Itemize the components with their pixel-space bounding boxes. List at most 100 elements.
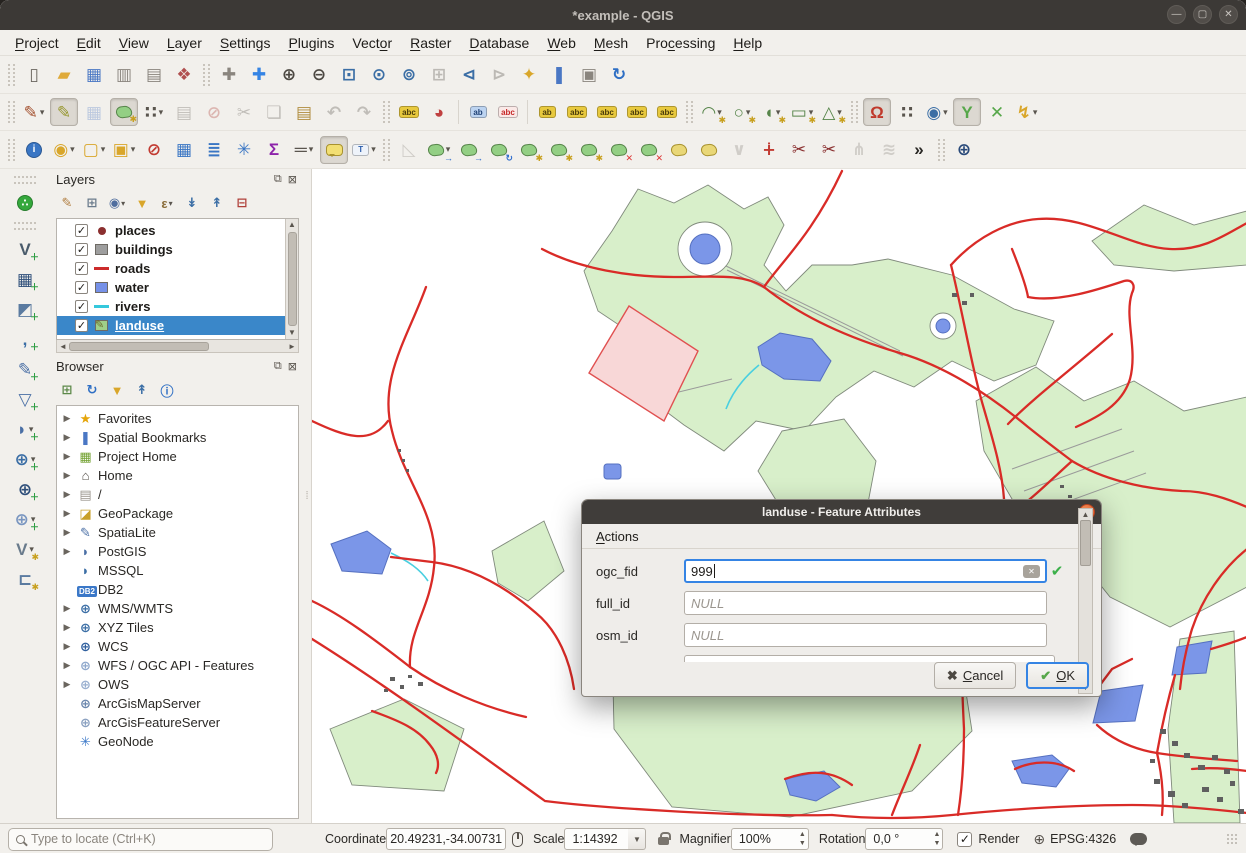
close-button[interactable]: ✕ [1219, 5, 1238, 24]
new-spatial-bookmark-button[interactable]: ✦ [515, 61, 543, 89]
add-wms-layer-button[interactable]: ⊕＋▾ [11, 445, 39, 473]
add-wcs-layer-button[interactable]: ⊕＋ [11, 475, 39, 503]
float-panel-icon[interactable]: ⧉ [274, 360, 282, 373]
maximize-button[interactable]: ▢ [1193, 5, 1212, 24]
add-part-button[interactable]: ✱ [575, 136, 603, 164]
float-panel-icon[interactable]: ⧉ [274, 173, 282, 186]
close-panel-icon[interactable]: ⊠ [288, 360, 297, 373]
minimize-button[interactable]: — [1167, 5, 1186, 24]
toolbar-grip[interactable] [938, 139, 945, 161]
processing-toolbox-button[interactable]: ✳ [230, 136, 258, 164]
layer-checkbox[interactable]: ✓ [75, 300, 88, 313]
expand-arrow-icon[interactable]: ▶ [61, 508, 73, 519]
layer-item-rivers[interactable]: ✓rivers [57, 297, 285, 316]
refresh-map-button[interactable]: ↻ [605, 61, 633, 89]
browser-item-wms-wmts[interactable]: ▶⊕WMS/WMTS [57, 599, 298, 618]
menu-layer[interactable]: Layer [158, 33, 211, 53]
expand-all-button[interactable]: ↡ [181, 193, 203, 213]
cancel-button[interactable]: ✖ Cancel [934, 662, 1016, 689]
layer-checkbox[interactable]: ✓ [75, 281, 88, 294]
browser-item-mssql[interactable]: ◗MSSQL [57, 561, 298, 580]
expand-arrow-icon[interactable]: ▶ [61, 527, 73, 538]
zoom-in-button[interactable]: ⊕ [275, 61, 303, 89]
full_id-input[interactable]: NULL [684, 591, 1047, 615]
menu-web[interactable]: Web [538, 33, 585, 53]
zoom-to-layer-button[interactable]: ⊚ [395, 61, 423, 89]
browser-item-ows[interactable]: ▶⊕OWS [57, 675, 298, 694]
toolbar-grip[interactable] [14, 176, 36, 184]
ellipse-button[interactable]: ◖✱▾ [758, 98, 786, 126]
filter-legend-button[interactable]: ▼ [131, 193, 153, 213]
layer-checkbox[interactable]: ✓ [75, 262, 88, 275]
expand-arrow-icon[interactable]: ▶ [61, 641, 73, 652]
rotation-spinbox[interactable]: 0,0 ° ▲▼ [865, 828, 943, 850]
move-label-button[interactable]: abc [563, 98, 591, 126]
toolbar-grip[interactable] [203, 64, 210, 86]
browser-item-db2[interactable]: DB2DB2 [57, 580, 298, 599]
add-mesh-layer-button[interactable]: ◩＋ [11, 295, 39, 323]
close-panel-icon[interactable]: ⊠ [288, 173, 297, 186]
menu-project[interactable]: Project [6, 33, 68, 53]
open-data-source-manager-button[interactable]: ∴ [11, 189, 39, 217]
lock-scale-icon[interactable] [658, 837, 669, 845]
deselect-features-button[interactable]: ⊘ [140, 136, 168, 164]
add-virtual-layer-button[interactable]: ▽＋ [11, 385, 39, 413]
statistics-button[interactable]: Σ [260, 136, 288, 164]
expand-arrow-icon[interactable]: ▶ [61, 546, 73, 557]
layer-checkbox[interactable]: ✓ [75, 243, 88, 256]
clear-input-icon[interactable]: ✕ [1023, 565, 1040, 578]
field-calculator-button[interactable]: ≣ [200, 136, 228, 164]
copy-move-feature-button[interactable]: → [455, 136, 483, 164]
circular-string-button[interactable]: ◠✱▾ [698, 98, 726, 126]
reshape-features-button[interactable] [695, 136, 723, 164]
new-project-button[interactable]: ▯ [20, 61, 48, 89]
pan-to-selection-button[interactable]: ✚ [245, 61, 273, 89]
browser-item-favorites[interactable]: ▶★Favorites [57, 409, 298, 428]
map-tips-button[interactable] [320, 136, 348, 164]
manage-map-themes-button[interactable]: ◉▾ [106, 193, 128, 213]
snapping-options-button[interactable]: ∷ [893, 98, 921, 126]
text-annotation-button[interactable]: T▾ [350, 136, 378, 164]
browser-item-geonode[interactable]: ✳GeoNode [57, 732, 298, 751]
expand-arrow-icon[interactable]: ▶ [61, 489, 73, 500]
menu-processing[interactable]: Processing [637, 33, 724, 53]
zoom-to-selection-button[interactable]: ⊙ [365, 61, 393, 89]
browser-item-xyz-tiles[interactable]: ▶⊕XYZ Tiles [57, 618, 298, 637]
layers-vertical-scrollbar[interactable]: ▲▼ [285, 219, 298, 339]
vertex-tool-button[interactable]: ∷▾ [140, 98, 168, 126]
open-attribute-table-button[interactable]: ▦ [170, 136, 198, 164]
resize-grip[interactable] [1226, 833, 1238, 845]
open-layer-styling-button[interactable]: ✎ [56, 193, 78, 213]
layer-item-places[interactable]: ✓places [57, 221, 285, 240]
browser-properties-button[interactable]: ⓘ [156, 380, 178, 400]
map-canvas[interactable]: landuse - Feature Attributes ✕ Actions o… [311, 169, 1246, 823]
browser-item-spatial-bookmarks[interactable]: ▶❚Spatial Bookmarks [57, 428, 298, 447]
rectangle-button[interactable]: ▭✱▾ [788, 98, 816, 126]
split-parts-button[interactable]: ∔ [755, 136, 783, 164]
add-vector-tile-layer-button[interactable]: V✱▾ [11, 535, 39, 563]
browser-item-project-home[interactable]: ▶▦Project Home [57, 447, 298, 466]
expand-arrow-icon[interactable]: ▶ [61, 660, 73, 671]
collapse-all-button[interactable]: ↟ [206, 193, 228, 213]
zoom-out-button[interactable]: ⊖ [305, 61, 333, 89]
crs-icon[interactable]: ⊕ [1033, 831, 1045, 848]
add-raster-layer-button[interactable]: ▦＋ [11, 265, 39, 293]
fill-ring-button[interactable]: ✕ [605, 136, 633, 164]
remove-layer-button[interactable]: ⊟ [231, 193, 253, 213]
toolbar-grip[interactable] [686, 101, 693, 123]
merge-attributes-button[interactable]: ✂ [815, 136, 843, 164]
change-label-button[interactable]: abc [623, 98, 651, 126]
simplify-feature-button[interactable]: ✱ [515, 136, 543, 164]
menu-database[interactable]: Database [460, 33, 538, 53]
window-titlebar[interactable]: *example - QGIS — ▢ ✕ [0, 0, 1246, 30]
edit-label-button[interactable]: abc [653, 98, 681, 126]
current-edits-button[interactable]: ✎▾ [20, 98, 48, 126]
new-print-layout-button[interactable]: ▥ [110, 61, 138, 89]
add-group-button[interactable]: ⊞ [81, 193, 103, 213]
toolbar-grip[interactable] [14, 222, 36, 230]
layer-diagram-options-button[interactable]: ◕ [425, 98, 453, 126]
avoid-overlap-button[interactable]: ✕ [983, 98, 1011, 126]
pan-map-button[interactable]: ✚ [215, 61, 243, 89]
coordinate-input[interactable]: 20.49231,-34.00731 [386, 828, 506, 850]
enable-snapping-button[interactable]: Ω [863, 98, 891, 126]
